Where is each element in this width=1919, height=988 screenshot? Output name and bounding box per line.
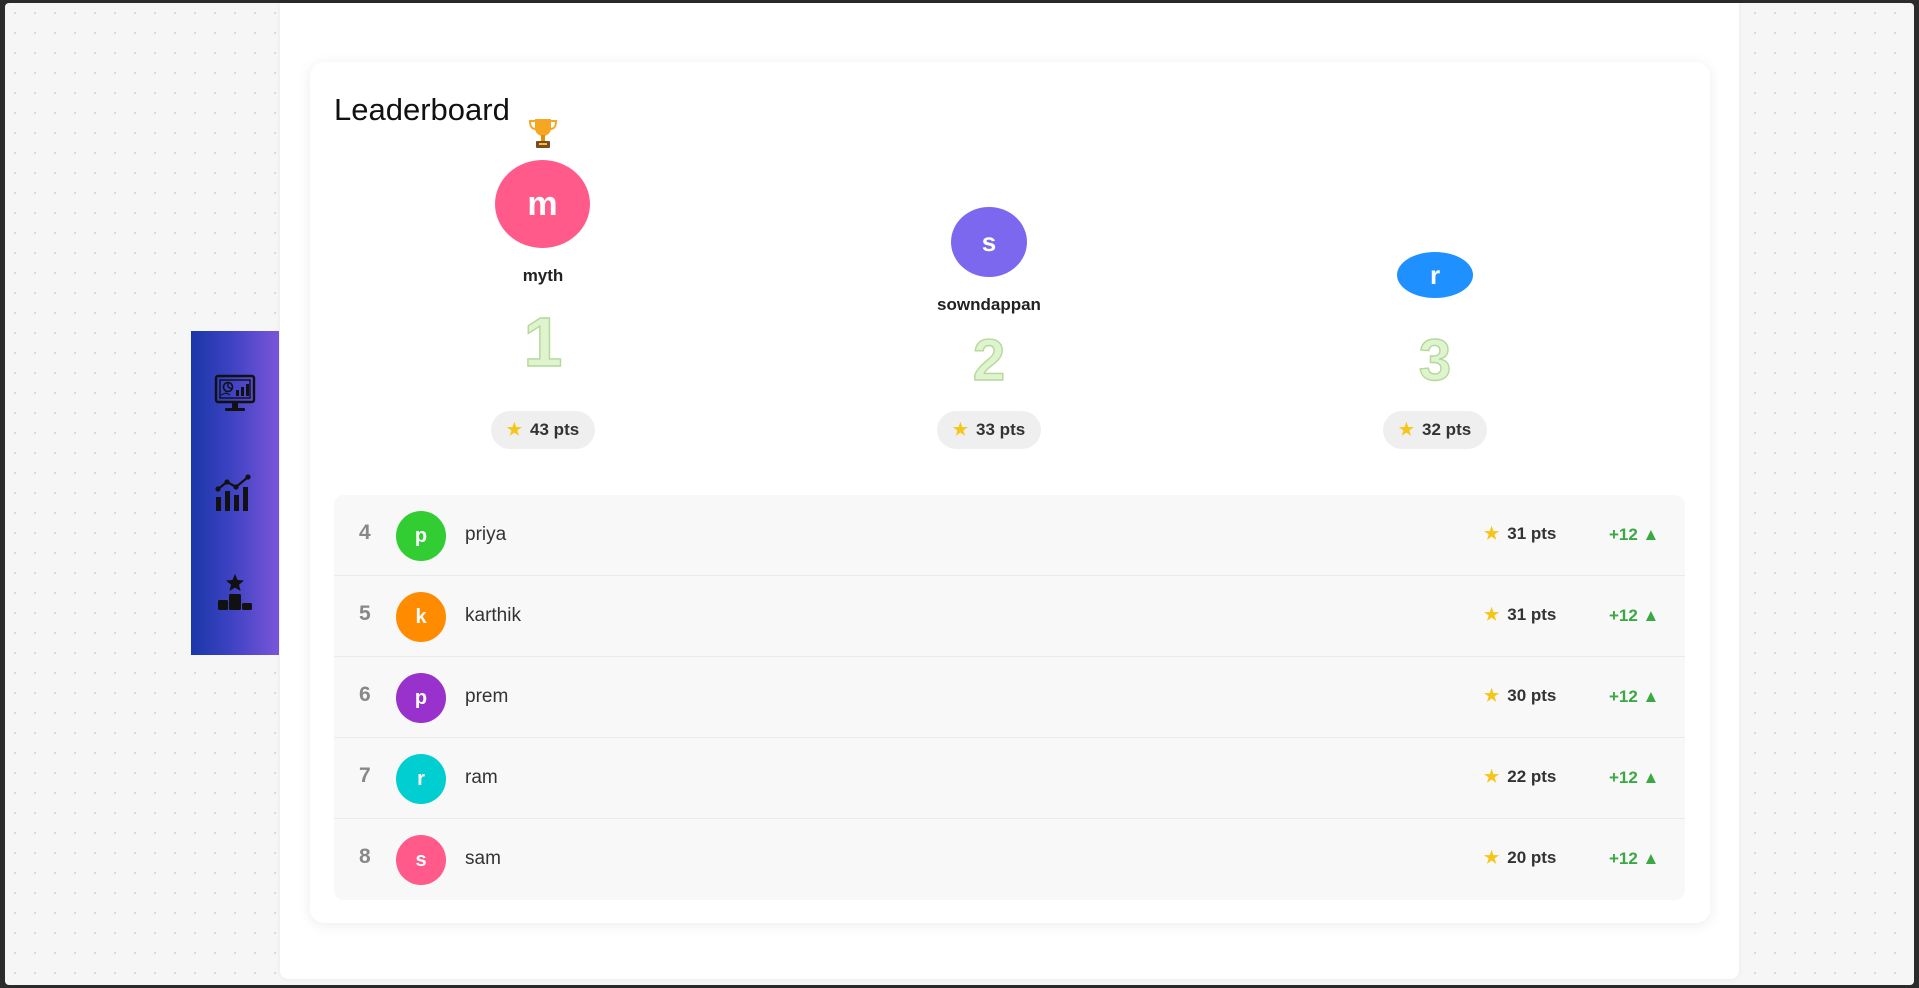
player-name: prem xyxy=(465,686,509,707)
avatar: s xyxy=(951,207,1027,277)
rank-number: 8 xyxy=(359,845,371,868)
list-item[interactable]: 4 p priya ★ 31 pts +12 ▲ xyxy=(334,495,1685,576)
list-item[interactable]: 6 p prem ★ 30 pts +12 ▲ xyxy=(334,657,1685,738)
player-name: priya xyxy=(465,524,507,545)
avatar: k xyxy=(396,592,446,642)
podium: m myth 1 ★ 43 pts s sowndappan 2 ★ 33 pt… xyxy=(310,62,1710,462)
player-name: myth xyxy=(522,266,564,285)
rank-number: 1 xyxy=(523,302,563,381)
nav-leaderboard[interactable] xyxy=(211,568,259,616)
rank-change: +12 ▲ xyxy=(1609,687,1660,706)
points-badge: ★ 33 pts xyxy=(937,411,1041,449)
points-value: ★ 31 pts xyxy=(1484,524,1557,543)
rank-number: 6 xyxy=(359,683,371,706)
list-item[interactable]: 5 k karthik ★ 31 pts +12 ▲ xyxy=(334,576,1685,657)
avatar: p xyxy=(396,511,446,561)
dashboard-icon xyxy=(214,375,256,412)
star-icon: ★ xyxy=(1484,605,1500,624)
points-value: ★ 20 pts xyxy=(1484,848,1557,867)
nav-analytics[interactable] xyxy=(211,469,259,517)
player-name: ram xyxy=(465,767,498,788)
avatar: p xyxy=(396,673,446,723)
points-badge: ★ 32 pts xyxy=(1383,411,1487,449)
main-panel: Leaderboard m myth 1 ★ 43 pts s sowndapp… xyxy=(280,3,1739,979)
podium-first[interactable]: m myth 1 ★ 43 pts xyxy=(433,62,653,462)
star-icon: ★ xyxy=(506,420,523,439)
rank-number: 2 xyxy=(972,327,1006,393)
rank-change: +12 ▲ xyxy=(1609,768,1660,787)
points-value: ★ 30 pts xyxy=(1484,686,1557,705)
player-name: karthik xyxy=(465,605,521,626)
avatar: s xyxy=(396,835,446,885)
rank-change: +12 ▲ xyxy=(1609,849,1660,868)
player-name: sowndappan xyxy=(937,295,1041,314)
star-icon: ★ xyxy=(1484,686,1500,705)
analytics-icon xyxy=(215,474,251,511)
ranking-list: 4 p priya ★ 31 pts +12 ▲ 5 k karthik ★ 31 … xyxy=(334,495,1685,900)
leaderboard-icon xyxy=(218,573,252,610)
points-value: ★ 22 pts xyxy=(1484,767,1557,786)
star-icon: ★ xyxy=(1398,420,1415,439)
star-icon: ★ xyxy=(1484,848,1500,867)
list-item[interactable]: 8 s sam ★ 20 pts +12 ▲ xyxy=(334,819,1685,900)
rank-number: 7 xyxy=(359,764,371,787)
sidebar xyxy=(191,331,279,655)
rank-change: +12 ▲ xyxy=(1609,606,1660,625)
player-name: sam xyxy=(465,848,501,869)
rank-number: 3 xyxy=(1418,327,1452,393)
list-item[interactable]: 7 r ram ★ 22 pts +12 ▲ xyxy=(334,738,1685,819)
points-value: 32 pts xyxy=(1422,420,1472,439)
points-value: 43 pts xyxy=(530,420,580,439)
rank-number: 4 xyxy=(359,521,371,544)
avatar: m xyxy=(495,160,590,248)
points-badge: ★ 43 pts xyxy=(491,411,595,449)
star-icon: ★ xyxy=(1484,524,1500,543)
star-icon: ★ xyxy=(1484,767,1500,786)
podium-third[interactable]: r 3 ★ 32 pts xyxy=(1325,62,1545,462)
rank-change: +12 ▲ xyxy=(1609,525,1660,544)
points-value: ★ 31 pts xyxy=(1484,605,1557,624)
leaderboard-card: Leaderboard m myth 1 ★ 43 pts s sowndapp… xyxy=(310,62,1710,923)
podium-second[interactable]: s sowndappan 2 ★ 33 pts xyxy=(879,62,1099,462)
rank-number: 5 xyxy=(359,602,371,625)
nav-dashboard[interactable] xyxy=(211,370,259,418)
star-icon: ★ xyxy=(952,420,969,439)
avatar: r xyxy=(1397,252,1473,298)
trophy-icon xyxy=(528,119,558,148)
points-value: 33 pts xyxy=(976,420,1026,439)
avatar: r xyxy=(396,754,446,804)
